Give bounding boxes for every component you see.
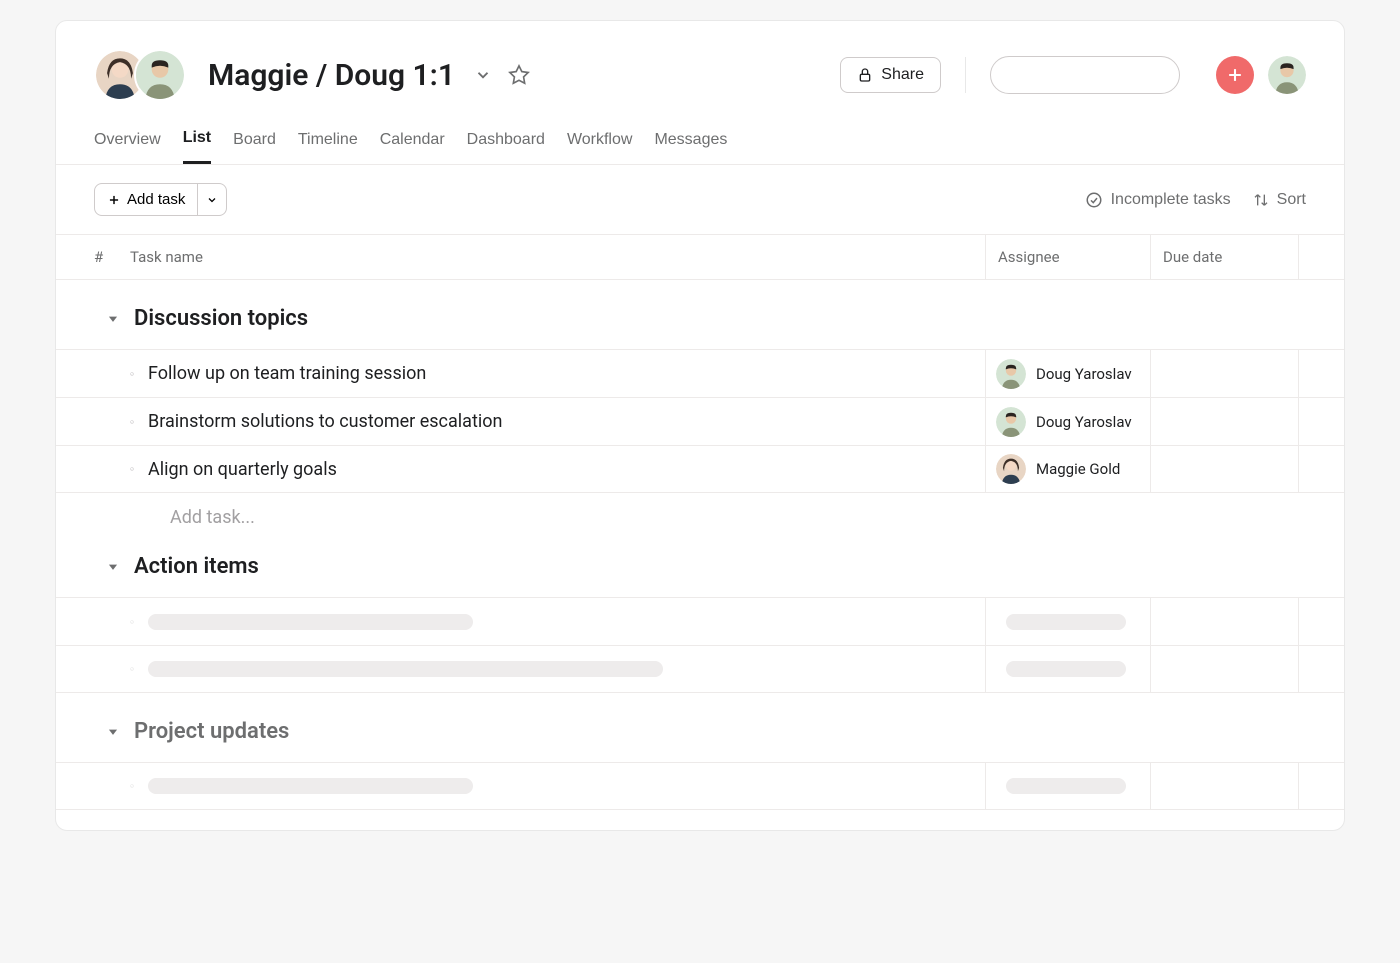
task-due — [1150, 598, 1298, 645]
share-label: Share — [881, 66, 924, 84]
add-task-group: Add task — [94, 183, 227, 216]
project-header: Maggie / Doug 1:1 Share — [56, 21, 1344, 113]
columns-header: # Task name Assignee Due date — [56, 234, 1344, 280]
task-due — [1150, 646, 1298, 692]
favorite-button[interactable] — [505, 61, 533, 89]
tab-overview[interactable]: Overview — [94, 121, 161, 164]
task-assignee[interactable]: Maggie Gold — [985, 446, 1150, 492]
project-title[interactable]: Maggie / Doug 1:1 — [208, 58, 455, 93]
assignee-avatar — [996, 407, 1026, 437]
assignee-name: Maggie Gold — [1036, 460, 1120, 478]
task-name — [134, 614, 985, 630]
check-circle-icon — [1085, 191, 1103, 209]
share-button[interactable]: Share — [840, 57, 941, 93]
assignee-name: Doug Yaroslav — [1036, 413, 1132, 431]
task-assignee[interactable]: Doug Yaroslav — [985, 350, 1150, 397]
task-complete-button[interactable] — [94, 411, 134, 433]
section-header: Action items — [56, 528, 1344, 597]
current-user-avatar[interactable] — [1268, 56, 1306, 94]
task-end — [1298, 350, 1344, 397]
tab-board[interactable]: Board — [233, 121, 276, 164]
task-due[interactable] — [1150, 398, 1298, 445]
section-collapse-button[interactable] — [106, 725, 120, 739]
task-complete-button[interactable] — [94, 658, 134, 680]
add-task-dropdown[interactable] — [198, 183, 227, 216]
task-due[interactable] — [1150, 446, 1298, 492]
tab-timeline[interactable]: Timeline — [298, 121, 358, 164]
add-task-inline[interactable]: Add task... — [56, 493, 1344, 528]
tab-calendar[interactable]: Calendar — [380, 121, 445, 164]
avatar-doug — [134, 49, 186, 101]
search-input[interactable] — [990, 56, 1180, 94]
task-complete-button[interactable] — [94, 611, 134, 633]
project-menu-button[interactable] — [469, 61, 497, 89]
column-add[interactable] — [1298, 235, 1344, 279]
assignee-avatar — [996, 359, 1026, 389]
sort-icon — [1253, 192, 1269, 208]
column-due-date[interactable]: Due date — [1150, 235, 1298, 279]
tab-dashboard[interactable]: Dashboard — [467, 121, 545, 164]
section-collapse-button[interactable] — [106, 560, 120, 574]
section-title[interactable]: Project updates — [134, 719, 289, 744]
task-complete-button[interactable] — [94, 363, 134, 385]
column-task-name[interactable]: Task name — [124, 248, 985, 266]
tab-list[interactable]: List — [183, 121, 211, 164]
task-end — [1298, 598, 1344, 645]
task-due[interactable] — [1150, 350, 1298, 397]
assignee-avatar — [996, 454, 1026, 484]
plus-icon — [1225, 65, 1245, 85]
divider — [965, 57, 966, 93]
global-add-button[interactable] — [1216, 56, 1254, 94]
add-task-label: Add task — [127, 191, 185, 208]
star-icon — [508, 64, 530, 86]
task-assignee — [985, 763, 1150, 809]
task-row[interactable]: Brainstorm solutions to customer escalat… — [56, 397, 1344, 445]
project-members-avatars[interactable] — [94, 49, 186, 101]
task-end — [1298, 446, 1344, 492]
task-name[interactable]: Brainstorm solutions to customer escalat… — [134, 411, 985, 432]
task-end — [1298, 646, 1344, 692]
tab-messages[interactable]: Messages — [654, 121, 727, 164]
task-row[interactable]: Align on quarterly goals Maggie Gold — [56, 445, 1344, 493]
app-window: Maggie / Doug 1:1 Share Overview List Bo — [55, 20, 1345, 831]
task-name[interactable]: Align on quarterly goals — [134, 459, 985, 480]
filter-label: Incomplete tasks — [1111, 191, 1231, 209]
column-number: # — [94, 248, 124, 266]
section-title[interactable]: Discussion topics — [134, 306, 308, 331]
sort-button[interactable]: Sort — [1253, 191, 1306, 209]
chevron-down-icon — [474, 66, 492, 84]
task-row[interactable] — [56, 762, 1344, 810]
section-header: Project updates — [56, 693, 1344, 762]
task-row[interactable] — [56, 597, 1344, 645]
task-due — [1150, 763, 1298, 809]
task-assignee — [985, 646, 1150, 692]
task-assignee — [985, 598, 1150, 645]
list-toolbar: Add task Incomplete tasks Sort — [56, 165, 1344, 234]
add-task-button[interactable]: Add task — [94, 183, 198, 216]
task-row[interactable] — [56, 645, 1344, 693]
section-header: Discussion topics — [56, 280, 1344, 349]
plus-icon — [107, 193, 121, 207]
assignee-name: Doug Yaroslav — [1036, 365, 1132, 383]
section-collapse-button[interactable] — [106, 312, 120, 326]
task-complete-button[interactable] — [94, 775, 134, 797]
column-assignee[interactable]: Assignee — [985, 235, 1150, 279]
task-end — [1298, 763, 1344, 809]
task-assignee[interactable]: Doug Yaroslav — [985, 398, 1150, 445]
filter-incomplete-button[interactable]: Incomplete tasks — [1085, 191, 1231, 209]
task-complete-button[interactable] — [94, 458, 134, 480]
task-row[interactable]: Follow up on team training session Doug Y… — [56, 349, 1344, 397]
task-name — [134, 778, 985, 794]
task-name — [134, 661, 985, 677]
tab-workflow[interactable]: Workflow — [567, 121, 633, 164]
chevron-down-icon — [206, 194, 218, 206]
sections: Discussion topics Follow up on team train… — [56, 280, 1344, 810]
task-name[interactable]: Follow up on team training session — [134, 363, 985, 384]
project-tabs: Overview List Board Timeline Calendar Da… — [56, 113, 1344, 165]
lock-icon — [857, 67, 873, 83]
section-title[interactable]: Action items — [134, 554, 259, 579]
task-end — [1298, 398, 1344, 445]
search-wrap — [990, 56, 1198, 94]
sort-label: Sort — [1277, 191, 1306, 209]
